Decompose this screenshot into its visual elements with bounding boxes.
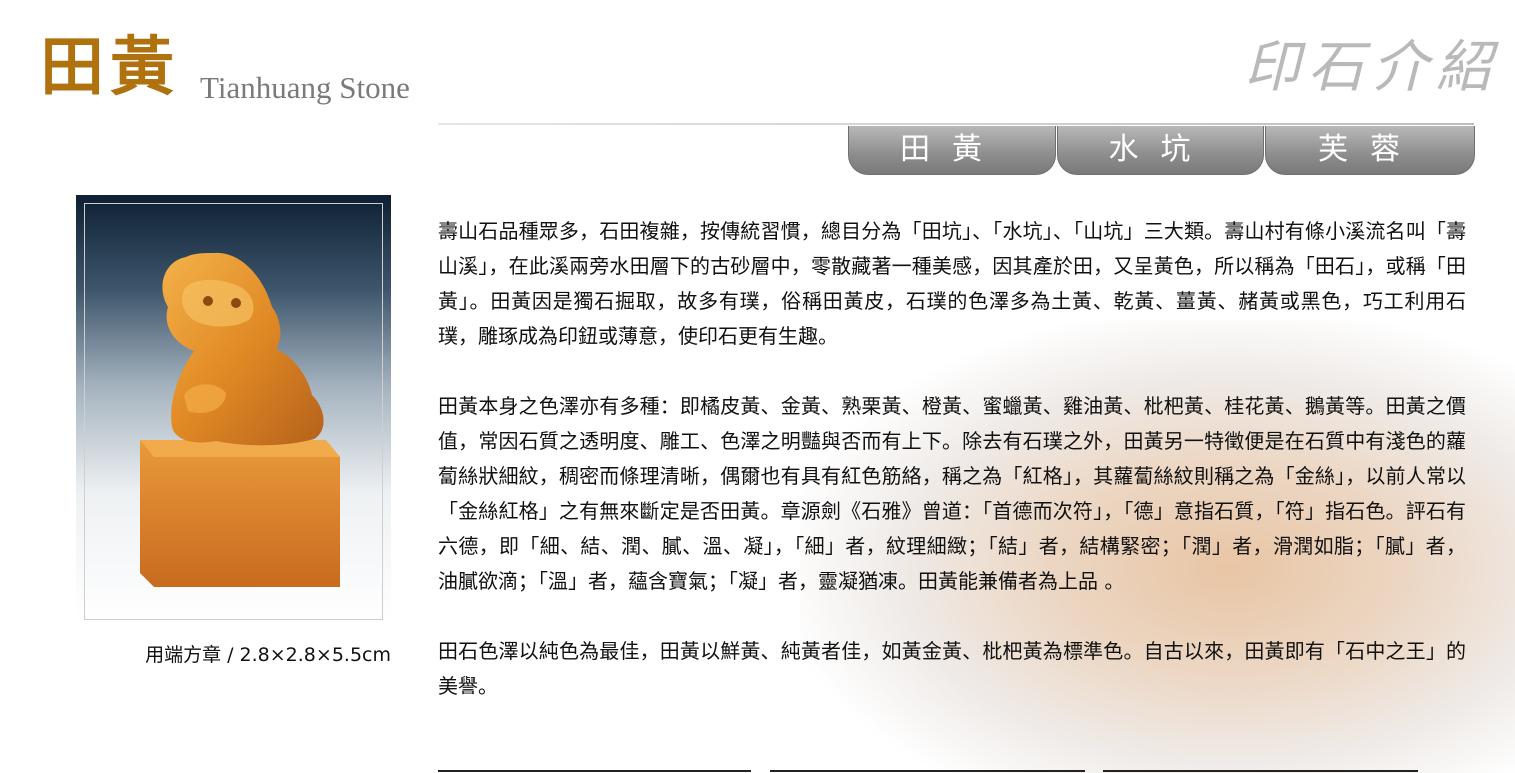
paragraph-3: 田石色澤以純色為最佳，田黃以鮮黃、純黃者佳，如黃金黃、枇杷黃為標準色。自古以來，…: [438, 639, 1466, 698]
article-body: 壽山石品種眾多，石田複雜，按傳統習慣，總目分為「田坑」、「水坑」、「山坑」三大類…: [438, 214, 1466, 739]
seal-stone-icon: [140, 252, 340, 587]
footer-divider: [438, 770, 751, 772]
product-caption: 用端方章 / 2.8×2.8×5.5cm: [145, 644, 391, 666]
tab-furong[interactable]: 芙蓉: [1265, 126, 1475, 175]
paragraph-2: 田黃本身之色澤亦有多種：即橘皮黃、金黃、熟栗黃、橙黃、蜜蠟黃、雞油黃、枇杷黃、桂…: [438, 394, 1466, 593]
paragraph-1: 壽山石品種眾多，石田複雜，按傳統習慣，總目分為「田坑」、「水坑」、「山坑」三大類…: [438, 219, 1466, 348]
tab-shuikeng[interactable]: 水坑: [1057, 126, 1264, 175]
header-divider: [438, 123, 1474, 125]
product-photo: [76, 195, 391, 622]
logo-english: Tianhuang Stone: [200, 70, 410, 105]
section-title-calligraphy: 印石介紹: [1244, 35, 1500, 100]
footer-divider: [1103, 770, 1418, 772]
footer-divider: [770, 770, 1085, 772]
logo-chinese: 田黃: [40, 30, 180, 105]
tab-tianhuang[interactable]: 田黃: [848, 126, 1056, 175]
